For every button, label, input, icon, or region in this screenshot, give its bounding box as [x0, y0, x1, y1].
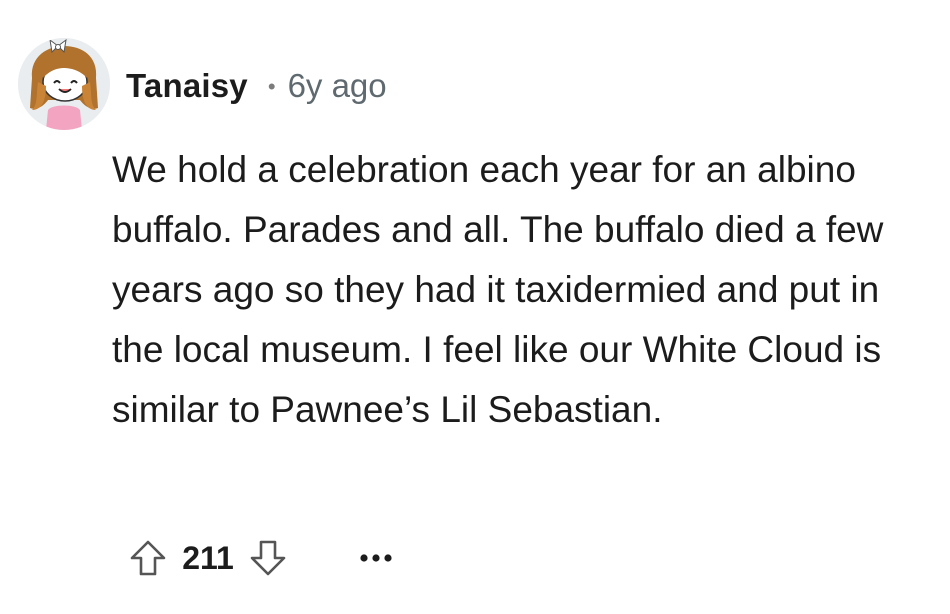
arrow-down-icon [250, 540, 286, 576]
arrow-up-icon [130, 540, 166, 576]
comment-header: Tanaisy • 6y ago [126, 62, 387, 110]
downvote-button[interactable] [240, 530, 296, 586]
more-options-button[interactable] [348, 530, 404, 586]
ellipsis-icon [360, 554, 392, 562]
user-avatar[interactable] [18, 38, 110, 130]
upvote-button[interactable] [120, 530, 176, 586]
comment-timestamp[interactable]: 6y ago [288, 67, 387, 105]
author-username[interactable]: Tanaisy [126, 67, 248, 105]
comment: Tanaisy • 6y ago We hold a celebration e… [0, 0, 950, 614]
meta-separator: • [267, 74, 276, 99]
comment-body: We hold a celebration each year for an a… [112, 149, 884, 430]
avatar-icon [18, 38, 110, 130]
comment-actions: 211 [120, 528, 404, 588]
vote-score: 211 [182, 539, 234, 576]
